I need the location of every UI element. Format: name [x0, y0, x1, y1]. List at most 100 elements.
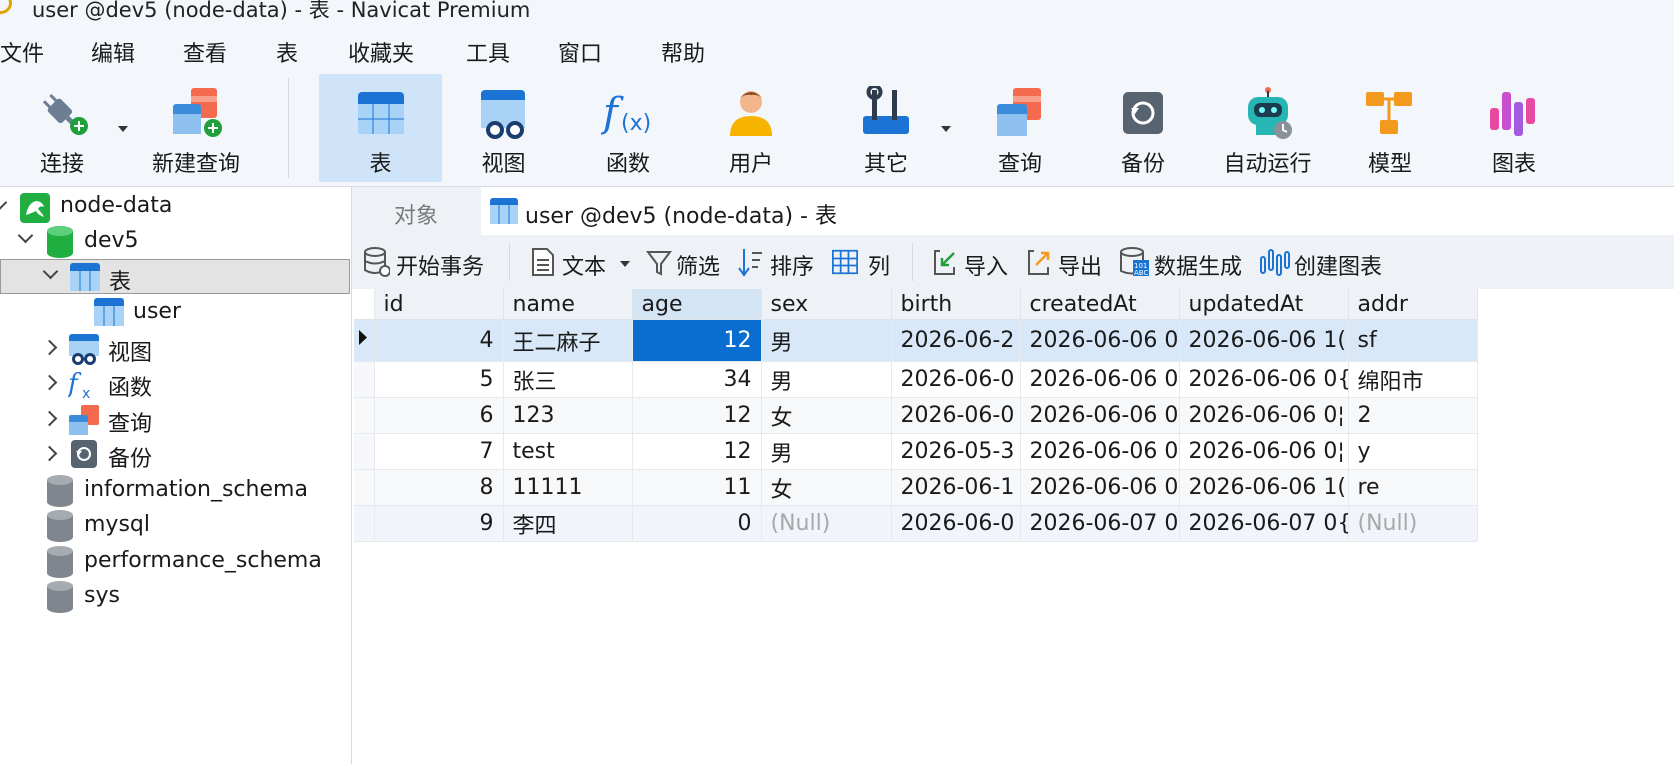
expand-chevron-icon[interactable] — [0, 194, 8, 211]
columns-button[interactable]: 列 — [832, 235, 896, 289]
cell-name[interactable]: 王二麻子 — [503, 319, 633, 362]
function-button[interactable]: f (x) 函数 — [578, 74, 678, 182]
tree-backups-folder[interactable]: 备份 — [0, 437, 350, 472]
cell-id[interactable]: 4 — [374, 319, 504, 362]
cell-updatedat[interactable]: 2026-06-06 1( — [1179, 319, 1349, 362]
table-row[interactable]: 4 王二麻子 12 男 2026-06-2 2026-06-06 0 2026-… — [354, 319, 1478, 362]
menu-view[interactable]: 查看 — [183, 36, 227, 68]
cell-sex[interactable]: 男 — [761, 319, 892, 362]
cell-addr[interactable]: sf — [1348, 319, 1478, 362]
collapse-chevron-icon[interactable] — [41, 374, 58, 391]
cell-sex-null[interactable]: (Null) — [761, 505, 892, 542]
connect-dropdown-icon[interactable] — [118, 126, 128, 132]
tree-tables-folder[interactable]: 表 — [0, 259, 350, 295]
collapse-chevron-icon[interactable] — [41, 339, 58, 356]
cell-name[interactable]: 11111 — [503, 469, 633, 506]
cell-id[interactable]: 9 — [374, 505, 504, 542]
cell-id[interactable]: 5 — [374, 361, 504, 398]
cell-birth[interactable]: 2026-06-2 — [891, 319, 1021, 362]
menu-edit[interactable]: 编辑 — [91, 36, 135, 68]
row-indicator[interactable] — [354, 319, 375, 362]
cell-createdat[interactable]: 2026-06-06 0 — [1020, 433, 1180, 470]
connect-button[interactable]: 连接 — [14, 74, 110, 182]
expand-chevron-icon[interactable] — [42, 263, 59, 280]
cell-sex[interactable]: 女 — [761, 397, 892, 434]
cell-addr[interactable]: re — [1348, 469, 1478, 506]
cell-createdat[interactable]: 2026-06-06 0 — [1020, 319, 1180, 362]
column-header-addr[interactable]: addr — [1348, 289, 1478, 320]
tree-table-user[interactable]: user — [0, 295, 350, 330]
cell-updatedat[interactable]: 2026-06-07 0{ — [1179, 505, 1349, 542]
cell-createdat[interactable]: 2026-06-06 0 — [1020, 397, 1180, 434]
tree-views-folder[interactable]: 视图 — [0, 331, 350, 366]
cell-id[interactable]: 8 — [374, 469, 504, 506]
cell-birth[interactable]: 2026-05-3 — [891, 433, 1021, 470]
row-indicator[interactable] — [354, 469, 375, 506]
data-generation-button[interactable]: 101 ABC 数据生成 — [1120, 235, 1248, 289]
sort-button[interactable]: 排序 — [738, 235, 822, 289]
column-header-sex[interactable]: sex — [761, 289, 892, 320]
chart-button[interactable]: 图表 — [1464, 74, 1564, 182]
cell-age[interactable]: 11 — [632, 469, 762, 506]
cell-createdat[interactable]: 2026-06-06 0 — [1020, 361, 1180, 398]
column-header-id[interactable]: id — [374, 289, 504, 320]
column-header-name[interactable]: name — [503, 289, 633, 320]
tree-connection-node-data[interactable]: node-data — [0, 189, 350, 224]
expand-chevron-icon[interactable] — [17, 227, 34, 244]
column-header-createdat[interactable]: createdAt — [1020, 289, 1180, 320]
cell-age[interactable]: 12 — [632, 433, 762, 470]
row-indicator[interactable] — [354, 397, 375, 434]
collapse-chevron-icon[interactable] — [41, 410, 58, 427]
cell-age[interactable]: 34 — [632, 361, 762, 398]
export-button[interactable]: 导出 — [1026, 235, 1110, 289]
cell-createdat[interactable]: 2026-06-06 0 — [1020, 469, 1180, 506]
user-button[interactable]: 用户 — [702, 74, 800, 182]
menu-help[interactable]: 帮助 — [661, 36, 705, 68]
other-button[interactable]: 其它 — [836, 74, 936, 182]
cell-sex[interactable]: 男 — [761, 433, 892, 470]
new-query-button[interactable]: 新建查询 — [146, 74, 246, 182]
cell-addr-null[interactable]: (Null) — [1348, 505, 1478, 542]
cell-age[interactable]: 12 — [632, 397, 762, 434]
tree-database-information-schema[interactable]: information_schema — [0, 473, 350, 508]
table-row[interactable]: 7 test 12 男 2026-05-3 2026-06-06 0 2026-… — [354, 433, 1478, 470]
cell-addr[interactable]: 绵阳市 — [1348, 361, 1478, 398]
column-header-birth[interactable]: birth — [891, 289, 1021, 320]
tree-queries-folder[interactable]: 查询 — [0, 402, 350, 437]
cell-birth[interactable]: 2026-06-1 — [891, 469, 1021, 506]
table-row[interactable]: 6 123 12 女 2026-06-0 2026-06-06 0 2026-0… — [354, 397, 1478, 434]
table-row[interactable]: 9 李四 0 (Null) 2026-06-0 2026-06-07 0 202… — [354, 505, 1478, 542]
text-dropdown-icon[interactable] — [620, 261, 630, 267]
cell-name[interactable]: 李四 — [503, 505, 633, 542]
cell-name[interactable]: 123 — [503, 397, 633, 434]
cell-updatedat[interactable]: 2026-06-06 0¦ — [1179, 433, 1349, 470]
cell-age[interactable]: 0 — [632, 505, 762, 542]
menu-file[interactable]: 文件 — [0, 36, 44, 68]
cell-updatedat[interactable]: 2026-06-06 0¦ — [1179, 397, 1349, 434]
column-header-age[interactable]: age — [632, 289, 762, 320]
table-row[interactable]: 8 11111 11 女 2026-06-1 2026-06-06 0 2026… — [354, 469, 1478, 506]
collapse-chevron-icon[interactable] — [41, 445, 58, 462]
menu-favorites[interactable]: 收藏夹 — [348, 36, 414, 68]
create-chart-button[interactable]: 创建图表 — [1260, 235, 1394, 289]
query-button[interactable]: 查询 — [970, 74, 1070, 182]
menu-window[interactable]: 窗口 — [558, 36, 602, 68]
cell-updatedat[interactable]: 2026-06-06 0{ — [1179, 361, 1349, 398]
cell-age-selected[interactable]: 12 — [632, 319, 762, 362]
model-button[interactable]: 模型 — [1340, 74, 1440, 182]
cell-updatedat[interactable]: 2026-06-06 1( — [1179, 469, 1349, 506]
menu-tools[interactable]: 工具 — [466, 36, 510, 68]
tree-functions-folder[interactable]: f x 函数 — [0, 366, 350, 401]
tab-user-table[interactable]: user @dev5 (node-data) - 表 — [481, 187, 931, 235]
row-indicator[interactable] — [354, 433, 375, 470]
import-button[interactable]: 导入 — [932, 235, 1016, 289]
backup-button[interactable]: 备份 — [1094, 74, 1192, 182]
cell-name[interactable]: 张三 — [503, 361, 633, 398]
tree-database-mysql[interactable]: mysql — [0, 508, 350, 543]
tree-database-performance-schema[interactable]: performance_schema — [0, 544, 350, 579]
begin-transaction-button[interactable]: 开始事务 — [362, 235, 502, 289]
cell-addr[interactable]: 2 — [1348, 397, 1478, 434]
row-indicator[interactable] — [354, 505, 375, 542]
cell-createdat[interactable]: 2026-06-07 0 — [1020, 505, 1180, 542]
cell-addr[interactable]: y — [1348, 433, 1478, 470]
